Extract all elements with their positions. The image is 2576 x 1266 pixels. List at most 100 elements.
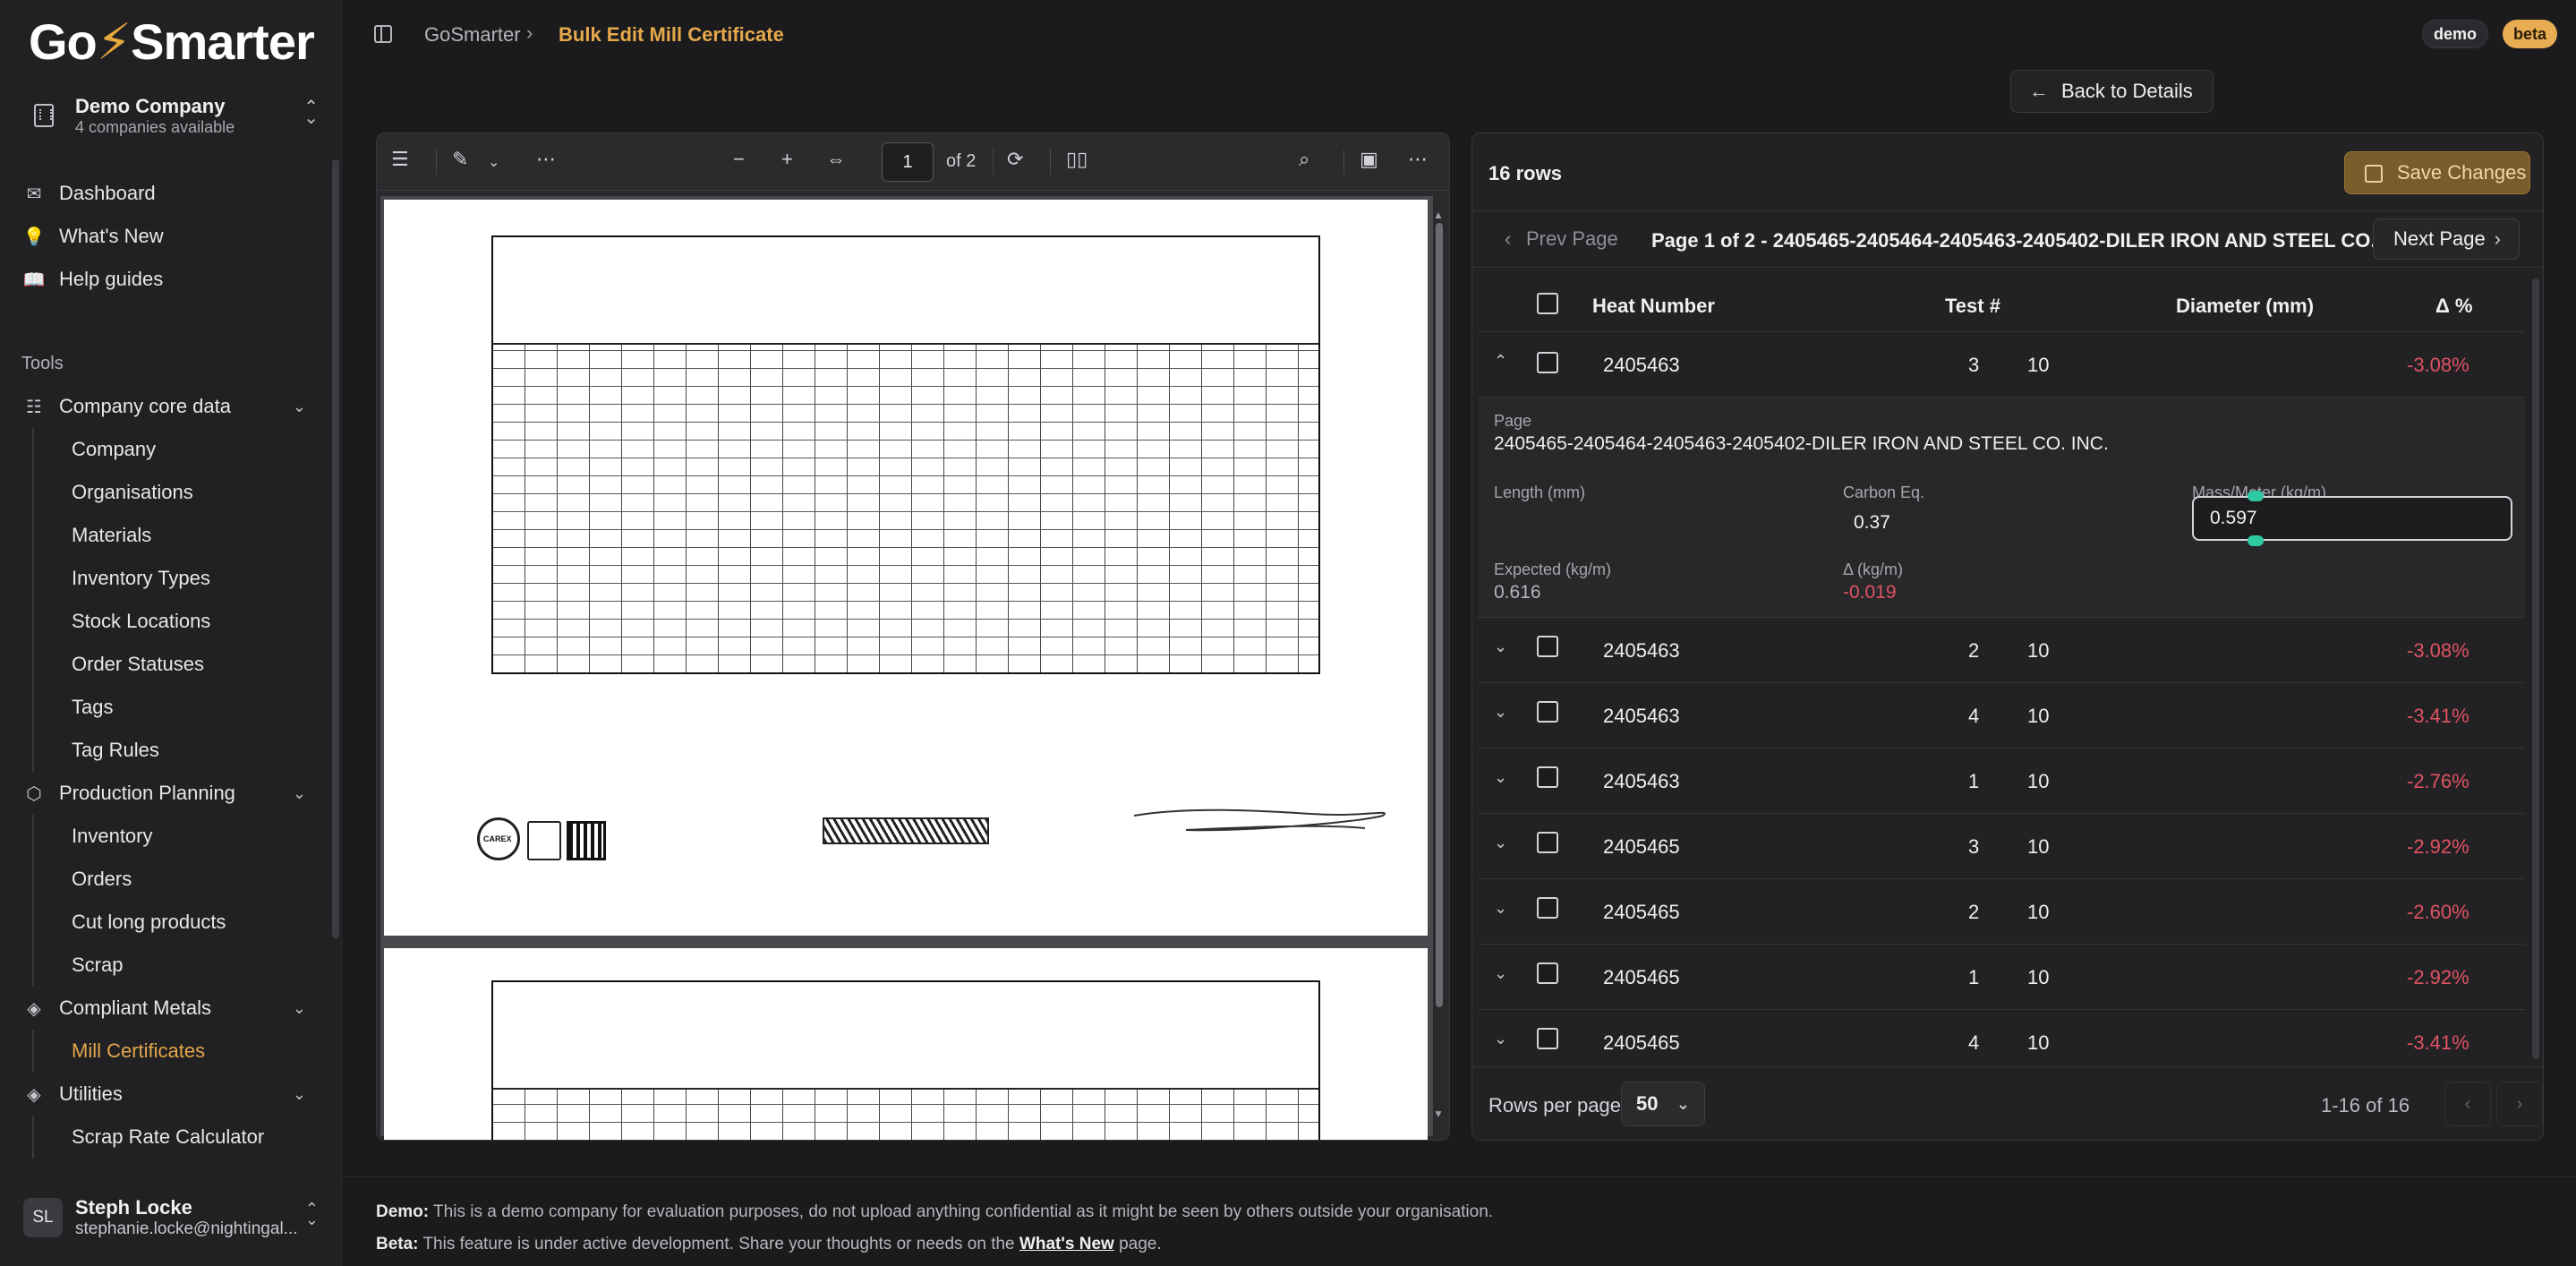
nav-help-guides[interactable]: 📖 Help guides [18, 258, 324, 301]
company-switcher[interactable]: Demo Company 4 companies available ⌃ ⌄ [18, 90, 324, 143]
chevron-down-icon[interactable]: ⌄ [1494, 964, 1507, 983]
chevron-down-icon: ⌄ [1676, 1095, 1690, 1113]
utilities-list: Scrap Rate Calculator [32, 1116, 324, 1159]
nav-order-statuses[interactable]: Order Statuses [34, 643, 324, 686]
nav-group-company-core-data[interactable]: ☷ Company core data ⌄ [18, 385, 324, 428]
nav-group-production-planning[interactable]: ⬡ Production Planning ⌄ [18, 772, 324, 815]
nav-scrap[interactable]: Scrap [34, 944, 324, 987]
chevron-down-icon[interactable]: ⌄ [488, 153, 499, 171]
nav-organisations[interactable]: Organisations [34, 471, 324, 514]
pdf-canvas[interactable] [380, 196, 1433, 1140]
nav-group-utilities[interactable]: ◈ Utilities ⌄ [18, 1073, 324, 1116]
pdf-scrollbar[interactable]: ▲ ▼ [1433, 209, 1444, 1122]
breadcrumb-current: Bulk Edit Mill Certificate [559, 23, 784, 46]
table-row[interactable]: ⌃ 2405463 3 10 -3.08% [1478, 332, 2525, 398]
breadcrumb-root[interactable]: GoSmarter [424, 23, 521, 47]
qr-code [567, 821, 606, 860]
chevron-down-icon[interactable]: ⌄ [1494, 899, 1507, 918]
two-page-icon[interactable]: ▯▯ [1066, 148, 1088, 171]
demo-note: Demo: This is a demo company for evaluat… [376, 1202, 1494, 1221]
table-row[interactable]: ⌄ 2405463 4 10 -3.41% [1478, 683, 2525, 748]
scroll-up-icon[interactable]: ▲ [1433, 209, 1444, 221]
scroll-down-icon[interactable]: ▼ [1433, 1108, 1444, 1120]
chevron-up-icon[interactable]: ⌃ [1494, 352, 1507, 371]
save-icon[interactable]: ▣ [1360, 148, 1378, 171]
col-heat-number[interactable]: Heat Number [1592, 295, 1715, 318]
row-checkbox[interactable] [1537, 352, 1558, 373]
row-checkbox[interactable] [1537, 766, 1558, 788]
sidebar-scrollbar[interactable] [332, 159, 339, 938]
table-footer: Rows per page 50 ⌄ 1-16 of 16 ‹ › [1472, 1066, 2543, 1140]
col-diameter[interactable]: Diameter (mm) [2176, 295, 2314, 318]
search-icon[interactable]: ⌕ [1299, 148, 1309, 171]
sidebar-toggle-icon[interactable] [374, 25, 392, 43]
row-checkbox[interactable] [1537, 897, 1558, 919]
row-checkbox[interactable] [1537, 832, 1558, 853]
chevron-down-icon: ⌄ [292, 998, 306, 1017]
fit-width-icon[interactable]: ⇔ [826, 148, 846, 171]
chevron-down-icon[interactable]: ⌄ [1494, 834, 1507, 852]
select-all-checkbox[interactable] [1537, 293, 1558, 314]
row-checkbox[interactable] [1537, 1028, 1558, 1049]
chevron-down-icon[interactable]: ⌄ [1494, 637, 1507, 656]
table-row[interactable]: ⌄ 2405463 2 10 -3.08% [1478, 618, 2525, 683]
table-row[interactable]: ⌄ 2405465 2 10 -2.60% [1478, 879, 2525, 945]
nav-cut-long-products[interactable]: Cut long products [34, 901, 324, 944]
page-number-input[interactable]: 1 [882, 142, 934, 182]
chevron-right-icon: › [526, 21, 533, 44]
nav-materials[interactable]: Materials [34, 514, 324, 557]
prev-page-button[interactable]: ‹ Prev Page [1488, 218, 1631, 260]
back-to-details-button[interactable]: ← Back to Details [2010, 70, 2213, 113]
gosmarter-logo[interactable]: Go⚡Smarter [29, 13, 315, 72]
table-row[interactable]: ⌄ 2405465 3 10 -2.92% [1478, 814, 2525, 879]
mass-per-meter-input[interactable]: 0.597 [2192, 496, 2512, 541]
nav-inventory[interactable]: Inventory [34, 815, 324, 858]
chevron-down-icon[interactable]: ⌄ [1494, 768, 1507, 787]
zoom-in-icon[interactable]: + [781, 148, 793, 171]
table-scrollbar[interactable] [2532, 278, 2539, 1059]
document-pager: ‹ Prev Page Page 1 of 2 - 2405465-2405464… [1472, 210, 2543, 268]
tools-title: Tools [21, 353, 64, 373]
row-checkbox[interactable] [1537, 701, 1558, 723]
nav-orders[interactable]: Orders [34, 858, 324, 901]
row-checkbox[interactable] [1537, 636, 1558, 657]
resize-handle-top[interactable] [2248, 491, 2264, 501]
more-horizontal-icon[interactable]: ⋯ [1408, 148, 1428, 171]
next-page-icon-button[interactable]: › [2496, 1082, 2543, 1126]
nav-stock-locations[interactable]: Stock Locations [34, 600, 324, 643]
rotate-icon[interactable]: ⟳ [1007, 148, 1023, 171]
layers-icon: ◈ [27, 998, 41, 1019]
rows-per-page-select[interactable]: 50 ⌄ [1621, 1082, 1705, 1126]
chevron-down-icon[interactable]: ⌄ [1494, 703, 1507, 722]
nav-inventory-types[interactable]: Inventory Types [34, 557, 324, 600]
resize-handle-bottom[interactable] [2248, 535, 2264, 546]
lightbulb-icon: 💡 [22, 227, 46, 247]
page-total: of 2 [946, 151, 977, 171]
footer-notes: Demo: This is a demo company for evaluat… [376, 1196, 1493, 1261]
list-icon[interactable]: ☰ [391, 148, 409, 171]
nav-whats-new[interactable]: 💡 What's New [18, 215, 324, 258]
pdf-page-1 [384, 200, 1428, 936]
nav-tag-rules[interactable]: Tag Rules [34, 729, 324, 772]
nav-group-compliant-metals[interactable]: ◈ Compliant Metals ⌄ [18, 987, 324, 1030]
nav-mill-certificates[interactable]: Mill Certificates [34, 1030, 324, 1073]
table-row[interactable]: ⌄ 2405465 1 10 -2.92% [1478, 945, 2525, 1010]
nav-tags[interactable]: Tags [34, 686, 324, 729]
row-checkbox[interactable] [1537, 962, 1558, 984]
zoom-out-icon[interactable]: − [733, 148, 745, 171]
highlighter-icon[interactable]: ✎ [452, 148, 468, 171]
user-menu[interactable]: SL Steph Locke stephanie.locke@nightinga… [18, 1189, 324, 1245]
next-page-button[interactable]: Next Page › [2373, 218, 2520, 260]
table-row[interactable]: ⌄ 2405463 1 10 -2.76% [1478, 748, 2525, 814]
whats-new-link[interactable]: What's New [1019, 1235, 1114, 1253]
bolt-icon: ⚡ [96, 13, 132, 70]
col-delta-percent[interactable]: Δ % [2435, 295, 2473, 318]
nav-company[interactable]: Company [34, 428, 324, 471]
more-horizontal-icon[interactable]: ⋯ [536, 148, 556, 171]
save-changes-button[interactable]: Save Changes [2344, 151, 2530, 194]
col-test[interactable]: Test # [1945, 295, 2000, 318]
nav-scrap-rate-calculator[interactable]: Scrap Rate Calculator [34, 1116, 324, 1159]
previous-page-button[interactable]: ‹ [2444, 1082, 2491, 1126]
chevron-down-icon[interactable]: ⌄ [1494, 1030, 1507, 1048]
nav-dashboard[interactable]: ✉ Dashboard [18, 172, 324, 215]
